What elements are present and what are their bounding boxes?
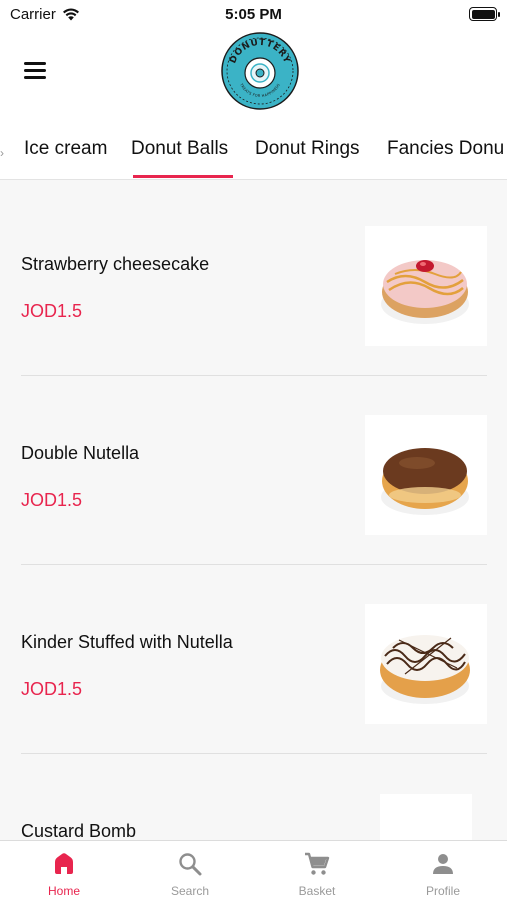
tabs-scroll-edge-marker: › [0, 146, 4, 160]
tab-donut-rings[interactable]: Donut Rings [255, 138, 360, 160]
active-tab-indicator [133, 175, 233, 178]
bottom-tab-bar: Home Search Basket Profile [0, 840, 507, 900]
search-icon [179, 853, 202, 876]
product-item[interactable]: Double Nutella JOD1.5 [0, 370, 507, 559]
tabbar-home[interactable]: Home [1, 841, 127, 900]
tab-ice-cream[interactable]: Ice cream [24, 138, 107, 160]
tab-fancies-donuts[interactable]: Fancies Donu [387, 138, 504, 160]
tabbar-label: Search [170, 884, 210, 898]
tabbar-search[interactable]: Search [127, 841, 253, 900]
product-name: Custard Bomb [21, 821, 137, 840]
person-icon [433, 854, 453, 874]
kinder-nutella-donut-image [365, 604, 487, 724]
product-name: Kinder Stuffed with Nutella [21, 632, 233, 652]
tabbar-label: Profile [425, 884, 460, 898]
product-list[interactable]: Strawberry cheesecake JOD1.5 Double Nute… [0, 181, 507, 840]
app-header: DONUTTERY TREATS FOR HAPPINESS [0, 28, 507, 116]
tabbar-profile[interactable]: Profile [380, 841, 506, 900]
status-left: Carrier [10, 6, 80, 23]
cart-icon [305, 852, 330, 875]
product-item[interactable]: Kinder Stuffed with Nutella JOD1.5 [0, 559, 507, 748]
battery-icon [469, 7, 500, 21]
category-tabs: › Ice cream Donut Balls Donut Rings Fanc… [0, 116, 507, 180]
product-item[interactable]: Custard Bomb [0, 748, 507, 840]
tab-donut-balls[interactable]: Donut Balls [131, 138, 228, 160]
status-time: 5:05 PM [225, 5, 282, 23]
donuttery-logo: DONUTTERY TREATS FOR HAPPINESS [221, 32, 299, 110]
product-price: JOD1.5 [21, 490, 83, 510]
product-item[interactable]: Strawberry cheesecake JOD1.5 [0, 181, 507, 370]
hamburger-menu-button[interactable] [22, 56, 50, 84]
tabbar-label: Basket [298, 884, 336, 898]
carrier-label: Carrier [10, 5, 56, 23]
product-price: JOD1.5 [21, 301, 83, 321]
strawberry-cheesecake-donut-image [365, 226, 487, 346]
double-nutella-donut-image [365, 415, 487, 535]
home-icon [55, 853, 73, 874]
status-bar: Carrier 5:05 PM [0, 0, 507, 28]
product-name: Double Nutella [21, 443, 140, 463]
tabbar-label: Home [47, 884, 80, 898]
wifi-icon [62, 8, 79, 21]
custard-bomb-donut-image [380, 794, 472, 840]
tabbar-basket[interactable]: Basket [254, 841, 380, 900]
product-name: Strawberry cheesecake [21, 254, 210, 274]
product-price: JOD1.5 [21, 679, 83, 699]
